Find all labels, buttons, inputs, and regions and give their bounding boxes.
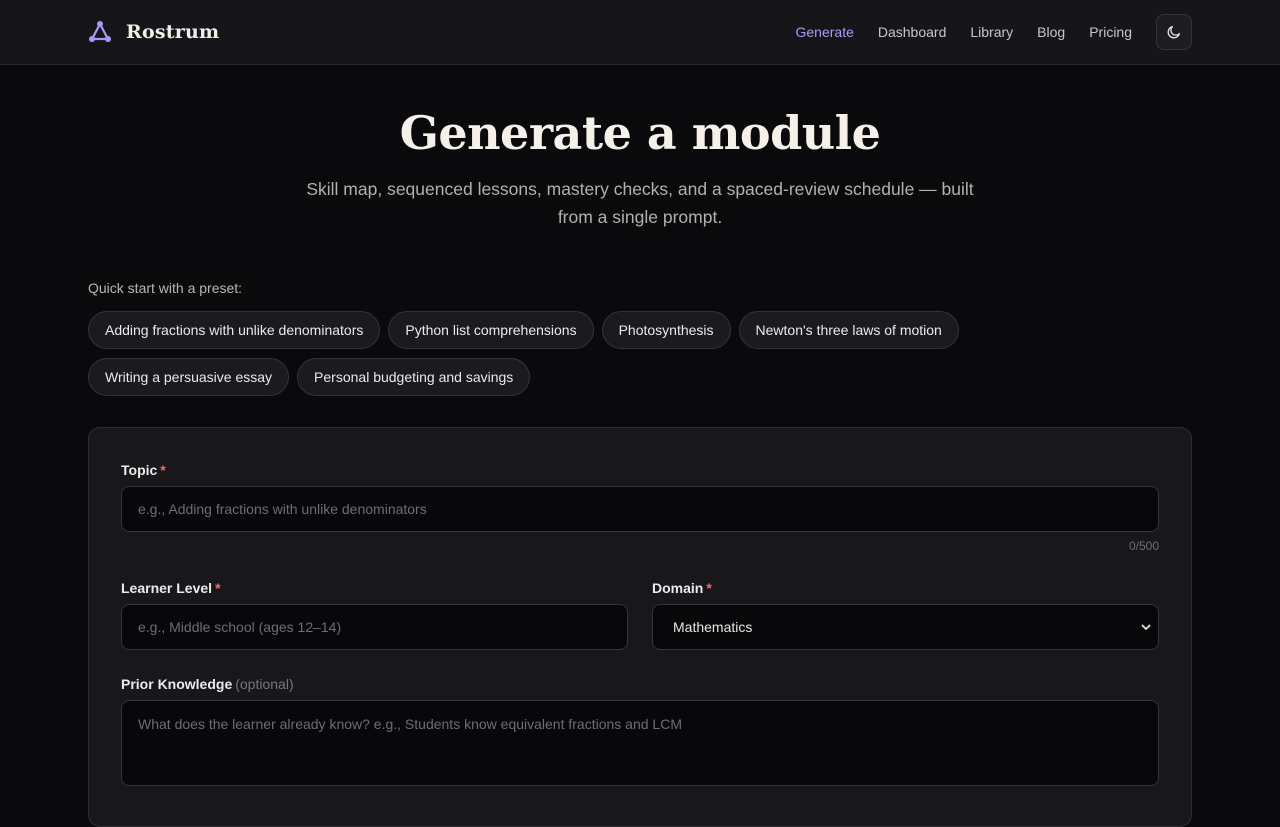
preset-chip[interactable]: Photosynthesis <box>601 311 731 349</box>
learner-level-label: Learner Level * <box>121 580 221 596</box>
preset-chip[interactable]: Writing a persuasive essay <box>88 358 290 396</box>
moon-icon <box>1167 26 1180 39</box>
brand-logo-link[interactable]: Rostrum <box>88 18 219 46</box>
domain-selected-value: Mathematics <box>673 619 753 635</box>
domain-select[interactable]: Mathematics <box>652 604 1159 650</box>
preset-chip-list: Adding fractions with unlike denominator… <box>88 311 1088 396</box>
preset-chip[interactable]: Newton's three laws of motion <box>738 311 959 349</box>
nav-pricing[interactable]: Pricing <box>1089 24 1132 40</box>
prior-knowledge-textarea[interactable] <box>121 700 1159 786</box>
learner-level-input[interactable] <box>121 604 628 650</box>
nav-blog[interactable]: Blog <box>1037 24 1065 40</box>
required-marker: * <box>215 580 221 596</box>
module-form-card: Topic* 0/500 Learner Level* Domain* Math… <box>88 427 1192 827</box>
triangle-nodes-icon <box>89 21 111 42</box>
preset-chip[interactable]: Personal budgeting and savings <box>297 358 531 396</box>
preset-chip[interactable]: Adding fractions with unlike denominator… <box>88 311 381 349</box>
nav-generate[interactable]: Generate <box>796 24 854 40</box>
nav-library[interactable]: Library <box>970 24 1013 40</box>
topic-label: Topic * <box>121 462 166 478</box>
preset-label: Quick start with a preset: <box>88 280 243 296</box>
chevron-down-icon <box>1141 624 1151 630</box>
domain-label: Domain * <box>652 580 712 596</box>
optional-marker: (optional) <box>235 676 294 692</box>
page-subtitle: Skill map, sequenced lessons, mastery ch… <box>306 179 974 227</box>
theme-toggle-button[interactable] <box>1156 14 1192 50</box>
required-marker: * <box>160 462 166 478</box>
topic-input[interactable] <box>121 486 1159 532</box>
top-navigation-bar: Rostrum Generate Dashboard Library Blog … <box>0 0 1280 65</box>
main-nav: Generate Dashboard Library Blog Pricing <box>796 14 1192 50</box>
required-marker: * <box>706 580 712 596</box>
page-title: Generate a module <box>399 106 881 160</box>
preset-chip[interactable]: Python list comprehensions <box>388 311 594 349</box>
brand-name: Rostrum <box>126 21 220 43</box>
topic-char-counter: 0/500 <box>1128 539 1159 553</box>
nav-dashboard[interactable]: Dashboard <box>878 24 947 40</box>
prior-knowledge-label: Prior Knowledge (optional) <box>121 676 294 692</box>
